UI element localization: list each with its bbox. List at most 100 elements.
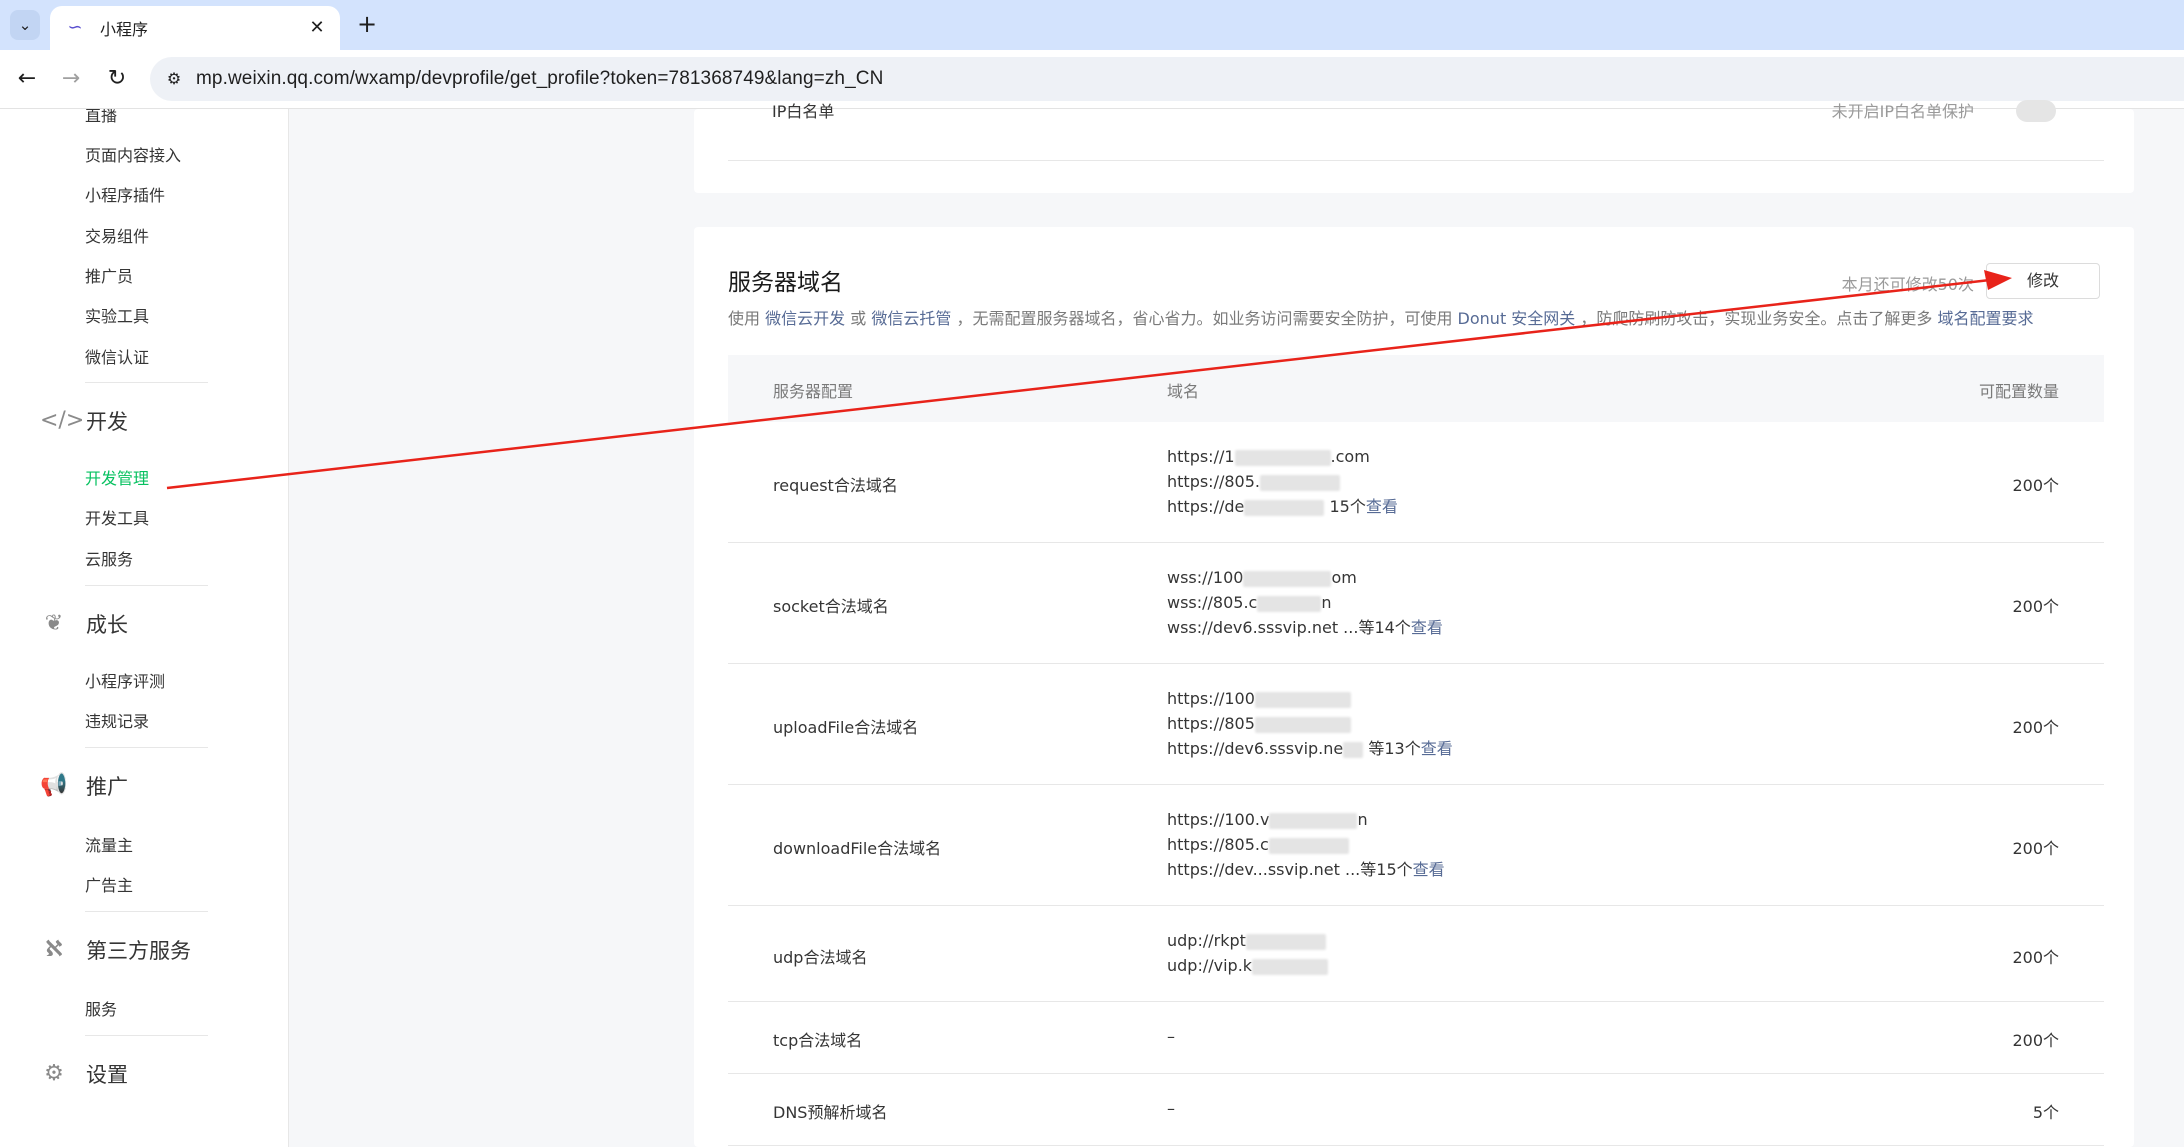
sidebar-group-label: 第三方服务 [86, 939, 191, 963]
row-domains: https://100.v n https://805.c https://dev… [1167, 810, 1445, 879]
sidebar-item-evaluation[interactable]: 小程序评测 [85, 668, 165, 692]
row-domains: https://100 https://805 https://dev6.sss… [1167, 686, 1453, 761]
domain-line: https://100.v [1167, 810, 1270, 829]
sidebar-divider [85, 911, 208, 912]
third-party-icon: ℵ [45, 937, 63, 962]
table-row: downloadFile合法域名 https://100.v n https://… [728, 785, 2104, 906]
sidebar-item-violations[interactable]: 违规记录 [85, 708, 149, 732]
desc-text: 使用 [728, 309, 761, 328]
row-count: 200个 [2012, 718, 2059, 737]
sidebar-group-promotion[interactable]: 📢 推广 [40, 771, 128, 801]
close-icon[interactable]: ✕ [304, 15, 330, 41]
row-config-name: DNS预解析域名 [773, 1103, 888, 1122]
megaphone-icon: 📢 [40, 773, 68, 798]
row-domains: https://1 .com https://805. https://de 15… [1167, 447, 1398, 516]
tab-search-icon[interactable]: ⌄ [10, 10, 40, 40]
sidebar-group-label: 推广 [86, 775, 128, 799]
sidebar-item-trade-component[interactable]: 交易组件 [85, 223, 149, 247]
domain-line: https://805 [1167, 714, 1255, 733]
table-row: tcp合法域名 – 200个 [728, 1002, 2104, 1074]
domain-line: udp://vip.k [1167, 956, 1253, 975]
domain-line: https://1 [1167, 447, 1235, 466]
row-config-name: downloadFile合法域名 [773, 839, 942, 858]
desc-text: ，无需配置服务器域名，省心省力。如业务访问需要安全防护，可使用 [956, 309, 1453, 328]
domain-requirements-link[interactable]: 域名配置要求 [1938, 309, 2034, 328]
server-domain-card: 服务器域名 本月还可修改50次 修改 使用 微信云开发 或 微信云托管 ，无需配… [694, 227, 2134, 1147]
ip-whitelist-status: 未开启IP白名单保护 [1831, 102, 1974, 121]
row-domains: udp://rkpt udp://vip.k [1167, 928, 1329, 978]
sidebar-item-services[interactable]: 服务 [85, 996, 117, 1020]
row-config-name: request合法域名 [773, 476, 898, 495]
sidebar-divider [85, 382, 208, 383]
sidebar-divider [85, 1035, 208, 1036]
row-count: 200个 [2012, 476, 2059, 495]
sidebar-item-dev-tools[interactable]: 开发工具 [85, 505, 149, 529]
url-text[interactable]: mp.weixin.qq.com/wxamp/devprofile/get_pr… [196, 68, 883, 90]
sidebar-item-page-content[interactable]: 页面内容接入 [85, 142, 181, 166]
tab-title: 小程序 [100, 20, 149, 39]
donut-gateway-link[interactable]: Donut 安全网关 [1458, 309, 1576, 328]
view-more-link[interactable]: 查看 [1421, 739, 1453, 758]
header-domain: 域名 [1167, 382, 1200, 401]
table-row: DNS预解析域名 – 5个 [728, 1074, 2104, 1146]
forward-arrow-icon[interactable]: → [54, 62, 88, 96]
row-count: 200个 [2012, 597, 2059, 616]
sidebar-group-settings[interactable]: ⚙ 设置 [40, 1059, 128, 1089]
domain-line: https://100 [1167, 689, 1255, 708]
address-bar[interactable]: ⚙ mp.weixin.qq.com/wxamp/devprofile/get_… [150, 57, 2184, 101]
sidebar-item-wechat-verify[interactable]: 微信认证 [85, 344, 149, 368]
new-tab-icon[interactable]: + [352, 10, 382, 40]
ip-whitelist-toggle[interactable] [2016, 100, 2056, 122]
view-more-link[interactable]: 查看 [1413, 860, 1445, 879]
browser-tab[interactable]: ∽ 小程序 ✕ [50, 6, 340, 50]
row-config-name: uploadFile合法域名 [773, 718, 919, 737]
row-count: 200个 [2012, 948, 2059, 967]
domain-line: https://805. [1167, 472, 1260, 491]
view-more-link[interactable]: 查看 [1411, 618, 1443, 637]
reload-icon[interactable]: ↻ [100, 62, 134, 96]
domain-more-count: 15个 [1329, 497, 1366, 516]
sidebar-item-plugins[interactable]: 小程序插件 [85, 182, 165, 206]
row-domains: wss://100 om wss://805.c n wss://dev6.sssv… [1167, 568, 1443, 637]
row-count: 200个 [2012, 839, 2059, 858]
sidebar-group-label: 设置 [86, 1063, 128, 1087]
view-more-link[interactable]: 查看 [1366, 497, 1398, 516]
domain-line: https://de [1167, 497, 1245, 516]
sidebar-group-develop[interactable]: </> 开发 [40, 406, 128, 436]
sidebar-group-third-party[interactable]: ℵ 第三方服务 [40, 935, 191, 965]
sidebar-group-label: 成长 [86, 613, 128, 637]
site-info-icon[interactable]: ⚙ [162, 67, 186, 91]
sidebar: 直播 页面内容接入 小程序插件 交易组件 推广员 实验工具 微信认证 </> 开… [0, 109, 289, 1147]
domain-line: wss://805.c [1167, 593, 1258, 612]
sidebar-item-promoter[interactable]: 推广员 [85, 263, 133, 287]
sidebar-item-advertiser[interactable]: 广告主 [85, 872, 133, 896]
table-row: udp合法域名 udp://rkpt udp://vip.k 200个 [728, 906, 2104, 1002]
sidebar-item-lab-tools[interactable]: 实验工具 [85, 303, 149, 327]
desc-text: ，防爬防刷防攻击，实现业务安全。点击了解更多 [1580, 309, 1933, 328]
table-row: socket合法域名 wss://100 om wss://805.c n wss:… [728, 543, 2104, 664]
back-arrow-icon[interactable]: ← [10, 62, 44, 96]
section-title: 服务器域名 [728, 270, 843, 296]
domain-line: https://805.c [1167, 835, 1269, 854]
cloud-hosting-link[interactable]: 微信云托管 [871, 309, 951, 328]
sidebar-item-dev-management[interactable]: 开发管理 [85, 465, 149, 489]
row-domains: – [1167, 1096, 1175, 1121]
row-divider [728, 160, 2104, 161]
domain-line: udp://rkpt [1167, 931, 1246, 950]
row-config-name: tcp合法域名 [773, 1031, 863, 1050]
ip-whitelist-label: IP白名单 [772, 102, 835, 121]
sidebar-group-growth[interactable]: ❦ 成长 [40, 609, 128, 639]
cloud-dev-link[interactable]: 微信云开发 [765, 309, 845, 328]
sidebar-item-traffic-owner[interactable]: 流量主 [85, 832, 133, 856]
sidebar-item-live[interactable]: 直播 [85, 109, 117, 126]
sidebar-item-cloud-service[interactable]: 云服务 [85, 546, 133, 570]
tab-bar: ⌄ ∽ 小程序 ✕ + [0, 0, 2184, 50]
domain-more-count: 等15个 [1360, 860, 1413, 879]
domain-more-count: 等14个 [1358, 618, 1411, 637]
table-header: 服务器配置 域名 可配置数量 [728, 355, 2104, 422]
sprout-icon: ❦ [44, 611, 64, 636]
modify-button[interactable]: 修改 [1986, 263, 2100, 299]
miniprogram-favicon-icon: ∽ [67, 17, 83, 38]
domain-line: https://dev...ssvip.net ... [1167, 860, 1361, 879]
gear-icon: ⚙ [44, 1061, 64, 1086]
